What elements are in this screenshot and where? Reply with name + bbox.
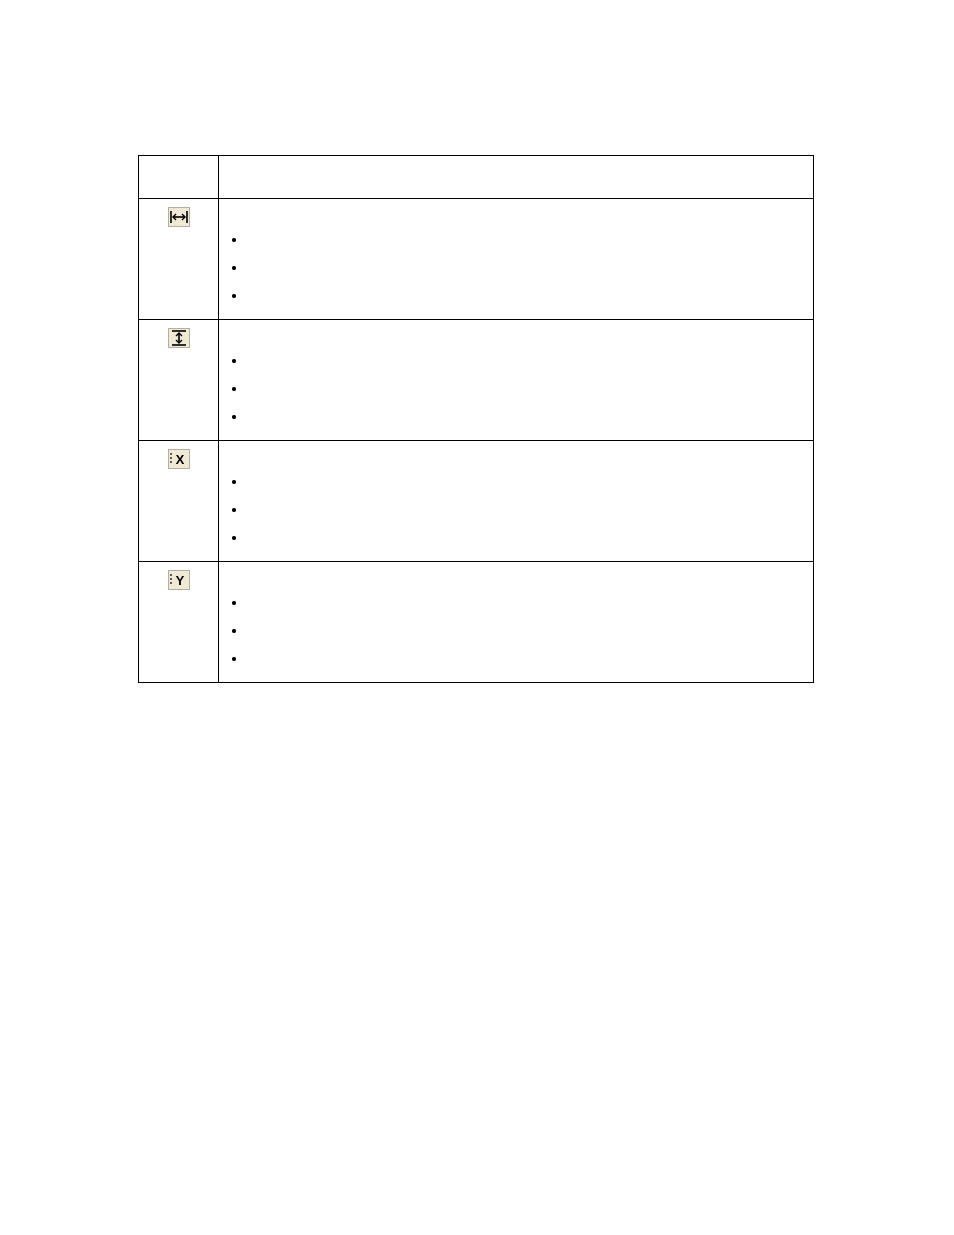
set-x-icon: X [168,449,190,469]
bullet-list [247,346,803,430]
set-y-icon: Y [168,570,190,590]
icon-cell: Y [139,562,219,683]
col-header-desc [219,156,814,199]
bullet-item [247,523,803,551]
table-row: X [139,441,814,562]
fit-horizontal-icon [168,207,190,227]
svg-text:Y: Y [175,573,184,588]
table-row: Y [139,562,814,683]
bullet-item [247,467,803,495]
row-lead [229,449,803,463]
desc-cell [219,562,814,683]
bullet-item [247,225,803,253]
bullet-item [247,253,803,281]
svg-text:X: X [175,452,184,467]
table-row [139,199,814,320]
bullet-list [247,225,803,309]
bullet-item [247,374,803,402]
toolbar-reference-table: X [138,155,814,683]
bullet-item [247,346,803,374]
bullet-item [247,402,803,430]
bullet-list [247,467,803,551]
bullet-item [247,588,803,616]
row-lead [229,570,803,584]
desc-cell [219,199,814,320]
icon-cell [139,320,219,441]
bullet-item [247,495,803,523]
table-row [139,320,814,441]
bullet-item [247,281,803,309]
row-lead [229,328,803,342]
desc-cell [219,320,814,441]
desc-cell [219,441,814,562]
bullet-item [247,644,803,672]
bullet-list [247,588,803,672]
icon-cell: X [139,441,219,562]
row-lead [229,207,803,221]
col-header-icon [139,156,219,199]
page: X [0,0,954,1235]
table-header-row [139,156,814,199]
bullet-item [247,616,803,644]
fit-vertical-icon [168,328,190,348]
icon-cell [139,199,219,320]
